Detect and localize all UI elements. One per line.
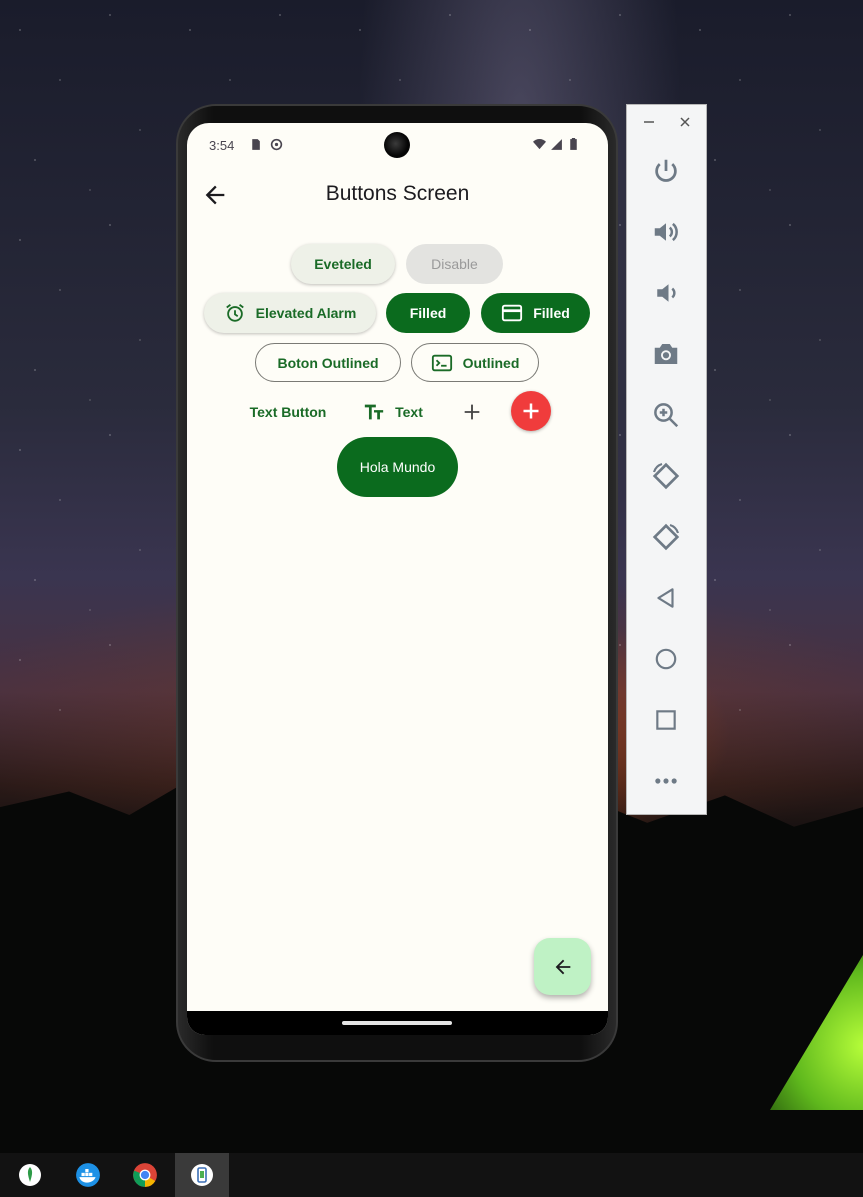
add-icon[interactable] xyxy=(461,401,483,423)
zoom-button[interactable] xyxy=(649,398,683,432)
square-overview-icon xyxy=(656,710,676,730)
volume-up-icon xyxy=(654,222,678,242)
camera-icon xyxy=(654,344,678,364)
nav-back-button[interactable] xyxy=(649,581,683,615)
android-emulator-icon xyxy=(191,1164,213,1186)
text-fields-icon xyxy=(364,404,384,420)
power-button[interactable] xyxy=(649,154,683,188)
disabled-button: Disable xyxy=(406,244,503,284)
home-gesture-handle[interactable] xyxy=(342,1021,452,1025)
screenshot-button[interactable] xyxy=(649,337,683,371)
hola-mundo-button[interactable]: Hola Mundo xyxy=(337,437,458,497)
volume-up-button[interactable] xyxy=(649,215,683,249)
more-button[interactable] xyxy=(649,764,683,798)
minimize-icon[interactable] xyxy=(642,115,656,129)
elevated-alarm-label: Elevated Alarm xyxy=(255,305,357,321)
sync-circle-icon xyxy=(270,138,283,151)
add-icon xyxy=(523,403,539,419)
back-fab-button[interactable] xyxy=(534,938,591,995)
triangle-back-icon xyxy=(657,588,674,608)
taskbar-android-studio[interactable] xyxy=(175,1153,229,1197)
app-bar: Buttons Screen xyxy=(187,171,608,219)
text-icon-label: Text xyxy=(395,404,423,420)
outlined-button[interactable]: Boton Outlined xyxy=(255,343,401,382)
filled-button[interactable]: Filled xyxy=(386,293,470,333)
rotate-left-icon xyxy=(652,462,680,490)
text-icon-button[interactable]: Text xyxy=(353,392,433,432)
nav-overview-button[interactable] xyxy=(649,703,683,737)
page-title: Buttons Screen xyxy=(325,182,470,205)
zoom-in-icon xyxy=(654,403,679,428)
elevated-button[interactable]: Eveteled xyxy=(291,244,395,284)
filled-card-button[interactable]: Filled xyxy=(481,293,590,333)
outlined-terminal-label: Outlined xyxy=(462,354,520,371)
rotate-right-icon xyxy=(652,523,680,551)
docker-icon xyxy=(76,1163,100,1187)
phone-screen: 3:54 Buttons Screen Eveteled Disable Ele… xyxy=(187,123,608,1035)
rotate-right-button[interactable] xyxy=(649,520,683,554)
wifi-icon xyxy=(533,139,546,150)
alarm-icon xyxy=(225,304,244,322)
gesture-nav-bar xyxy=(187,1011,608,1035)
rotate-left-button[interactable] xyxy=(649,459,683,493)
outlined-terminal-button[interactable]: Outlined xyxy=(411,343,539,382)
terminal-icon xyxy=(431,354,452,371)
emulator-toolbar xyxy=(626,104,707,815)
volume-down-icon xyxy=(657,284,676,302)
more-horizontal-icon xyxy=(655,778,677,784)
signal-icon xyxy=(551,139,562,150)
text-button[interactable]: Text Button xyxy=(239,392,337,432)
status-time: 3:54 xyxy=(209,138,235,153)
elevated-alarm-button[interactable]: Elevated Alarm xyxy=(204,293,376,333)
mongodb-icon xyxy=(19,1164,41,1186)
taskbar-chrome[interactable] xyxy=(118,1153,172,1197)
nav-home-button[interactable] xyxy=(649,642,683,676)
filled-card-label: Filled xyxy=(533,305,570,321)
status-bar: 3:54 xyxy=(187,123,608,167)
add-fab-button[interactable] xyxy=(511,391,551,431)
sd-card-icon xyxy=(252,139,260,150)
arrow-left-icon xyxy=(555,959,570,974)
close-icon[interactable] xyxy=(678,115,692,129)
taskbar xyxy=(0,1153,863,1197)
volume-down-button[interactable] xyxy=(649,276,683,310)
taskbar-mongodb[interactable] xyxy=(3,1153,57,1197)
front-camera xyxy=(384,132,410,158)
taskbar-docker[interactable] xyxy=(61,1153,115,1197)
battery-icon xyxy=(570,138,577,150)
circle-home-icon xyxy=(655,648,677,670)
chrome-icon xyxy=(133,1163,157,1187)
power-icon xyxy=(655,159,677,182)
credit-card-icon xyxy=(502,304,523,322)
